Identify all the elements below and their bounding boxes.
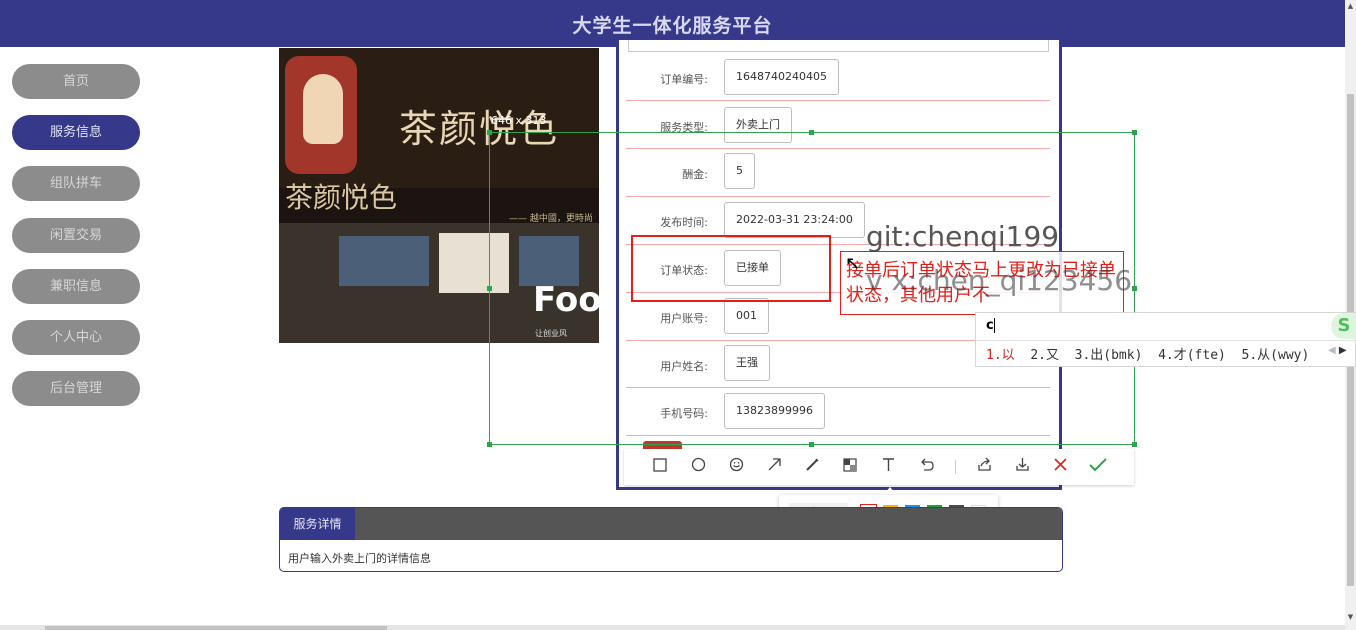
ime-next-page-icon[interactable]: ▶: [1339, 345, 1347, 356]
resize-handle-se[interactable]: [1132, 442, 1137, 447]
nav-home[interactable]: 首页: [12, 64, 140, 99]
ime-candidate[interactable]: 5.从(wwy): [1242, 348, 1310, 363]
ime-composition-text: c: [986, 318, 994, 333]
ime-prev-page-icon[interactable]: ◀: [1328, 345, 1336, 356]
pen-icon[interactable]: [801, 456, 823, 478]
ime-candidate[interactable]: 4.才(fte): [1158, 348, 1226, 363]
ime-page-arrows: ◀ ▶: [1328, 345, 1347, 356]
nav-personal-center[interactable]: 个人中心: [12, 320, 140, 355]
detail-tab-bar: [280, 508, 1062, 540]
photo-sign-text-2: 茶颜悦色: [285, 181, 398, 214]
emoji-icon[interactable]: [725, 456, 747, 478]
nav-service-info[interactable]: 服务信息: [12, 115, 140, 150]
nav-admin[interactable]: 后台管理: [12, 371, 140, 406]
ime-sogou-logo-icon[interactable]: S: [1331, 313, 1356, 339]
resize-handle-s[interactable]: [809, 442, 814, 447]
selection-size-label: 646 x 313: [491, 114, 547, 127]
mosaic-icon[interactable]: [839, 456, 861, 478]
screenshot-toolbar: [624, 449, 1134, 485]
mouse-cursor-icon: ↖: [845, 253, 861, 274]
download-icon[interactable]: [1011, 456, 1033, 478]
cancel-icon[interactable]: [1049, 456, 1071, 478]
resize-handle-w[interactable]: [487, 286, 492, 291]
watermark-wechat: v x:chen_qi123456: [866, 264, 1133, 297]
scroll-up-arrow-icon[interactable]: ▲: [1346, 2, 1355, 10]
field-order-number[interactable]: 1648740240405: [724, 59, 839, 95]
share-icon[interactable]: [973, 456, 995, 478]
card-top-field: [628, 40, 1049, 52]
ime-caret: [994, 318, 995, 333]
nav-secondhand[interactable]: 闲置交易: [12, 218, 140, 253]
resize-handle-e[interactable]: [1132, 286, 1137, 291]
detail-body-text: 用户输入外卖上门的详情信息: [288, 552, 431, 565]
arrow-icon[interactable]: [763, 456, 785, 478]
resize-handle-n[interactable]: [809, 130, 814, 135]
label-order-number: 订单编号:: [660, 73, 708, 86]
confirm-icon[interactable]: [1087, 456, 1109, 478]
nav-part-time[interactable]: 兼职信息: [12, 269, 140, 304]
ime-candidate[interactable]: 1.以: [986, 348, 1015, 363]
rectangle-icon[interactable]: [649, 456, 671, 478]
annotation-rectangle[interactable]: [631, 235, 831, 302]
nav-team-carpool[interactable]: 组队拼车: [12, 166, 140, 201]
ime-candidate-list: 1.以 2.又 3.出(bmk) 4.才(fte) 5.从(wwy): [986, 344, 1309, 363]
resize-handle-ne[interactable]: [1132, 130, 1137, 135]
app-title: 大学生一体化服务平台: [572, 15, 773, 37]
form-row-order-number: 订单编号: 1648740240405: [626, 53, 1050, 101]
text-icon[interactable]: [877, 456, 899, 478]
undo-icon[interactable]: [915, 456, 937, 478]
ime-candidate[interactable]: 3.出(bmk): [1075, 348, 1143, 363]
ime-candidate[interactable]: 2.又: [1030, 348, 1059, 363]
service-detail-panel: 服务详情 用户输入外卖上门的详情信息: [279, 507, 1063, 572]
photo-logo-portrait: [285, 56, 357, 174]
ellipse-icon[interactable]: [687, 456, 709, 478]
resize-handle-nw[interactable]: [487, 130, 492, 135]
watermark-git: git:chenqi199: [866, 220, 1060, 253]
resize-handle-sw[interactable]: [487, 442, 492, 447]
style-panel-pointer: [885, 487, 895, 493]
toolbar-separator: [955, 460, 956, 474]
ime-divider: [976, 340, 1356, 341]
scroll-down-arrow-icon[interactable]: ▼: [1346, 613, 1355, 621]
horizontal-scroll-thumb[interactable]: [45, 626, 387, 630]
tab-service-detail[interactable]: 服务详情: [280, 508, 355, 540]
